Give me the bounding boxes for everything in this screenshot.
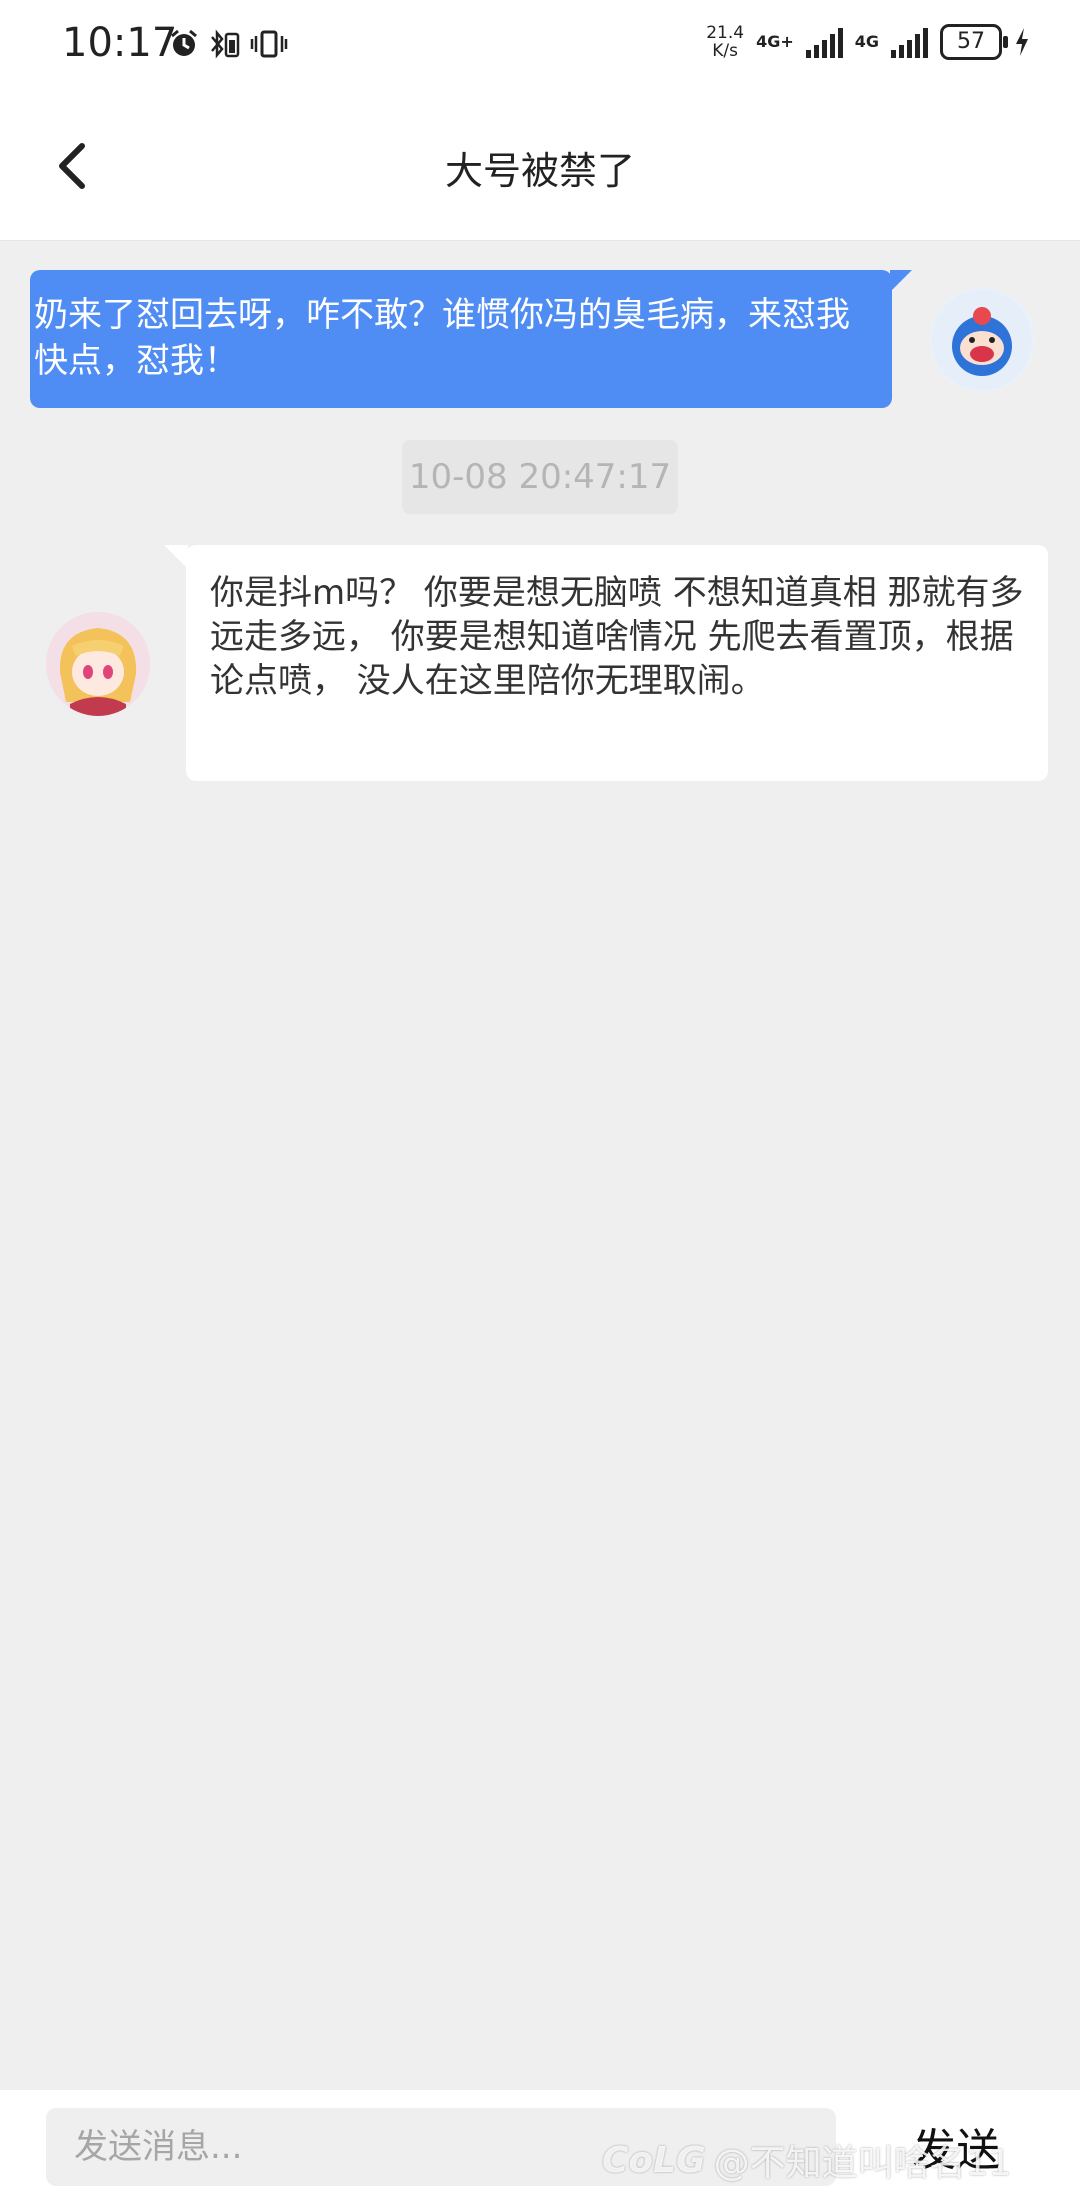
signal-icon-1 <box>805 26 843 58</box>
avatar[interactable] <box>46 612 150 716</box>
status-icons <box>168 24 288 64</box>
watermark-logo: CoLG <box>602 2139 706 2181</box>
watermark: CoLG @不知道叫啥名11 <box>602 2134 1011 2186</box>
battery-icon: 57 <box>940 24 1008 60</box>
status-right: 21.4 K/s 4G+ 4G 57 <box>706 24 1030 60</box>
watermark-text: @不知道叫啥名11 <box>713 2143 1012 2184</box>
chat-header: 大号被禁了 <box>0 92 1080 241</box>
avatar[interactable] <box>930 288 1034 392</box>
vibrate-icon <box>250 30 288 58</box>
bluetooth-battery-icon <box>211 29 240 59</box>
status-time: 10:17 <box>62 20 178 66</box>
network-type-2: 4G <box>854 32 879 51</box>
mascot-avatar-icon <box>932 290 1032 390</box>
message-text: 奶来了怼回去呀，咋不敢？谁惯你冯的臭毛病，来怼我快点，怼我！ <box>34 295 850 381</box>
charging-icon <box>1016 28 1028 56</box>
network-speed: 21.4 K/s <box>706 23 745 61</box>
page-title: 大号被禁了 <box>444 149 635 193</box>
network-type-1: 4G+ <box>756 32 794 51</box>
alarm-icon <box>171 29 197 56</box>
received-message-bubble[interactable]: 你是抖m吗？ 你要是想无脑喷 不想知道真相 那就有多远走多远， 你要是想知道啥情… <box>164 545 1048 781</box>
message-timestamp: 10-08 20:47:17 <box>402 440 678 514</box>
sent-message-bubble[interactable]: 奶来了怼回去呀，咋不敢？谁惯你冯的臭毛病，来怼我快点，怼我！ <box>30 270 912 408</box>
status-bar: 10:17 21.4 K/s 4G+ 4G 57 <box>0 0 1080 92</box>
signal-icon-2 <box>891 26 928 58</box>
message-text: 你是抖m吗？ 你要是想无脑喷 不想知道真相 那就有多远走多远， 你要是想知道啥情… <box>210 573 1024 701</box>
anime-avatar-icon <box>46 612 150 716</box>
